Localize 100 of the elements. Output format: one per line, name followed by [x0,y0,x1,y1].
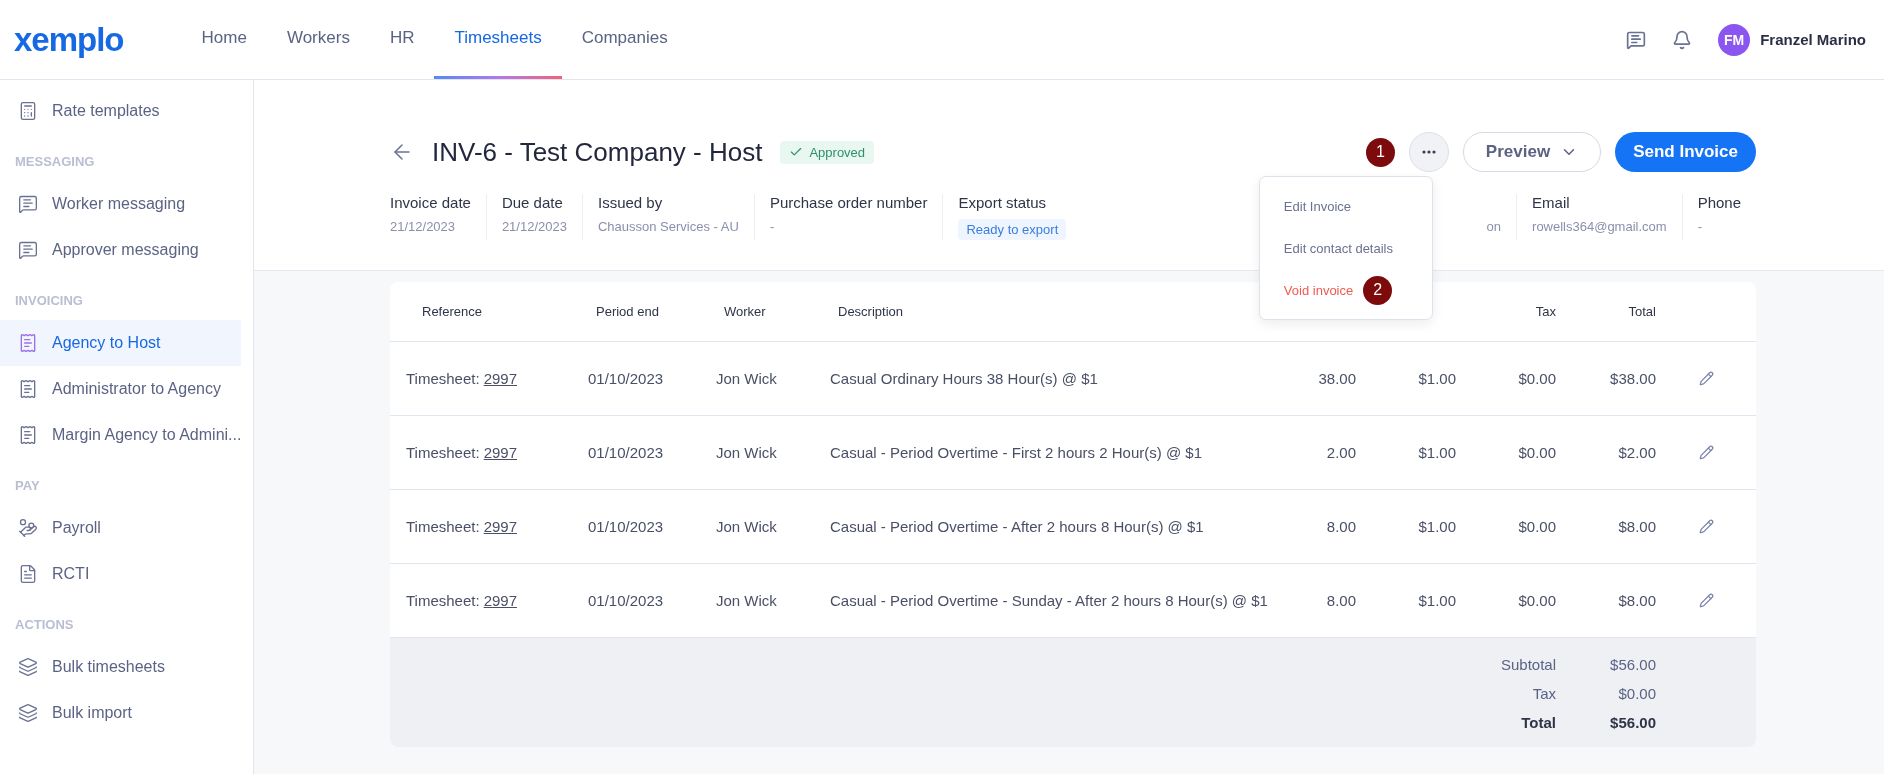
field-value: on [1486,219,1502,234]
summary-label: Total [1520,714,1556,731]
table-cell-text: Jon Wick [715,592,778,609]
table-cell-text: 01/10/2023 [587,518,665,535]
table-cell-text: 8.00 [1325,592,1356,609]
field-label: Export status [958,194,1047,211]
column-header: Total [1627,304,1656,319]
chat-icon [18,240,38,260]
field-label: Due date [501,194,564,211]
edit-icon[interactable] [1698,445,1714,460]
field-label: Invoice date [390,194,471,211]
sidebar-item[interactable]: Margin Agency to Admini... [0,412,241,458]
field-value: 21/12/2023 [390,219,457,234]
chat-icon[interactable] [1626,29,1647,50]
table-cell-text: $38.00 [1609,370,1656,387]
table-cell-text: $0.00 [1517,444,1556,461]
field-value: - [1697,219,1703,234]
menu-item[interactable]: Edit Invoice [1259,185,1432,227]
sidebar-item[interactable]: Rate templates [0,88,241,134]
field-value: 21/12/2023 [501,219,567,234]
nav-tab[interactable]: Workers [266,0,370,79]
table-cell-text: 01/10/2023 [587,370,665,387]
sidebar-item[interactable]: Bulk import [0,690,241,736]
table-cell-text: $2.00 [1617,444,1656,461]
column-header: Description [837,304,905,319]
calculator-icon [18,101,38,121]
notifications-icon[interactable] [1672,29,1693,50]
user-name: Franzel Marino [1760,31,1866,48]
table-cell: Timesheet: [406,443,480,461]
column-header: Tax [1534,304,1556,319]
nav-tab[interactable]: Companies [561,0,688,79]
menu-item[interactable]: Void invoice 2 [1259,269,1432,311]
sidebar-item[interactable]: Agency to Host [0,320,241,366]
user-avatar[interactable]: FM [1718,23,1751,56]
table-cell-text: Jon Wick [715,444,778,461]
invoice-title: INV-6 - Test Company - Host [432,136,763,168]
summary-label: Tax [1531,685,1556,702]
edit-icon[interactable] [1698,593,1714,608]
sidebar-item[interactable]: Payroll [0,505,241,551]
table-cell-text: $0.00 [1517,518,1556,535]
hand-coins-icon [18,518,38,538]
receipt-icon [18,379,38,399]
export-status-tag: Ready to export [958,219,1067,240]
table-cell-text: Jon Wick [715,370,778,387]
table-cell-text: Casual Ordinary Hours 38 Hour(s) @ $1 [829,370,1099,387]
send-invoice-button[interactable]: Send Invoice [1615,132,1756,172]
nav-tab[interactable]: Home [181,0,267,79]
layers-icon [18,657,38,677]
table-cell-text: Casual - Period Overtime - First 2 hours 2 Hour(s) @ $1 [829,444,1203,461]
timesheet-link[interactable]: 2997 [483,369,517,387]
table-cell-text: 01/10/2023 [587,444,665,461]
layers-icon [18,703,38,723]
status-badge: Approved [780,140,875,164]
section-heading: INVOICING [14,292,84,310]
table-cell-text: Casual - Period Overtime - Sunday - After 2 hours 8 Hour(s) @ $1 [829,592,1269,609]
nav-tab[interactable]: HR [369,0,435,79]
document-icon [18,564,38,584]
table-cell-text: $8.00 [1617,592,1656,609]
table-cell-text: $0.00 [1517,592,1556,609]
sidebar-item[interactable]: Worker messaging [0,181,241,227]
timesheet-link[interactable]: 2997 [483,591,517,609]
table-cell: Timesheet: [406,591,480,609]
table-cell-text: Jon Wick [715,518,778,535]
receipt-icon [18,425,38,445]
table-cell-text: 38.00 [1317,370,1356,387]
table-cell-text: $1.00 [1417,592,1456,609]
summary-value: $0.00 [1617,685,1656,702]
table-cell-text: $1.00 [1417,444,1456,461]
chat-icon [18,194,38,214]
section-heading: PAY [14,477,41,495]
sidebar-item[interactable]: Bulk timesheets [0,644,241,690]
receipt-icon [18,333,38,353]
section-heading: ACTIONS [14,616,75,634]
table-cell-text: $8.00 [1617,518,1656,535]
sidebar-item[interactable]: Administrator to Agency [0,366,241,412]
column-header: Worker [723,304,767,319]
ellipsis-icon [1421,150,1436,154]
sidebar-item[interactable]: RCTI [0,551,241,597]
table-cell-text: Casual - Period Overtime - After 2 hours 8 Hour(s) @ $1 [829,518,1205,535]
step-marker: 1 [1365,137,1395,167]
step-marker: 2 [1363,275,1393,305]
summary-value: $56.00 [1609,714,1656,731]
edit-icon[interactable] [1698,519,1714,534]
menu-item[interactable]: Edit contact details [1259,227,1432,269]
edit-icon[interactable] [1698,371,1714,386]
column-header: Period end [595,304,660,319]
table-cell-text: 8.00 [1325,518,1356,535]
summary-value: $56.00 [1609,656,1656,673]
field-label: Purchase order number [769,194,928,211]
table-cell-text: 2.00 [1325,444,1356,461]
timesheet-link[interactable]: 2997 [483,517,517,535]
nav-tab[interactable]: Timesheets [434,0,562,79]
field-label: Issued by [597,194,664,211]
timesheet-link[interactable]: 2997 [483,443,517,461]
field-label: Phone [1697,194,1741,211]
more-options-button[interactable] [1408,132,1449,172]
table-cell-text: $1.00 [1417,370,1456,387]
sidebar-item[interactable]: Approver messaging [0,227,241,273]
field-value: - [769,219,776,234]
preview-button[interactable]: Preview [1462,132,1602,172]
